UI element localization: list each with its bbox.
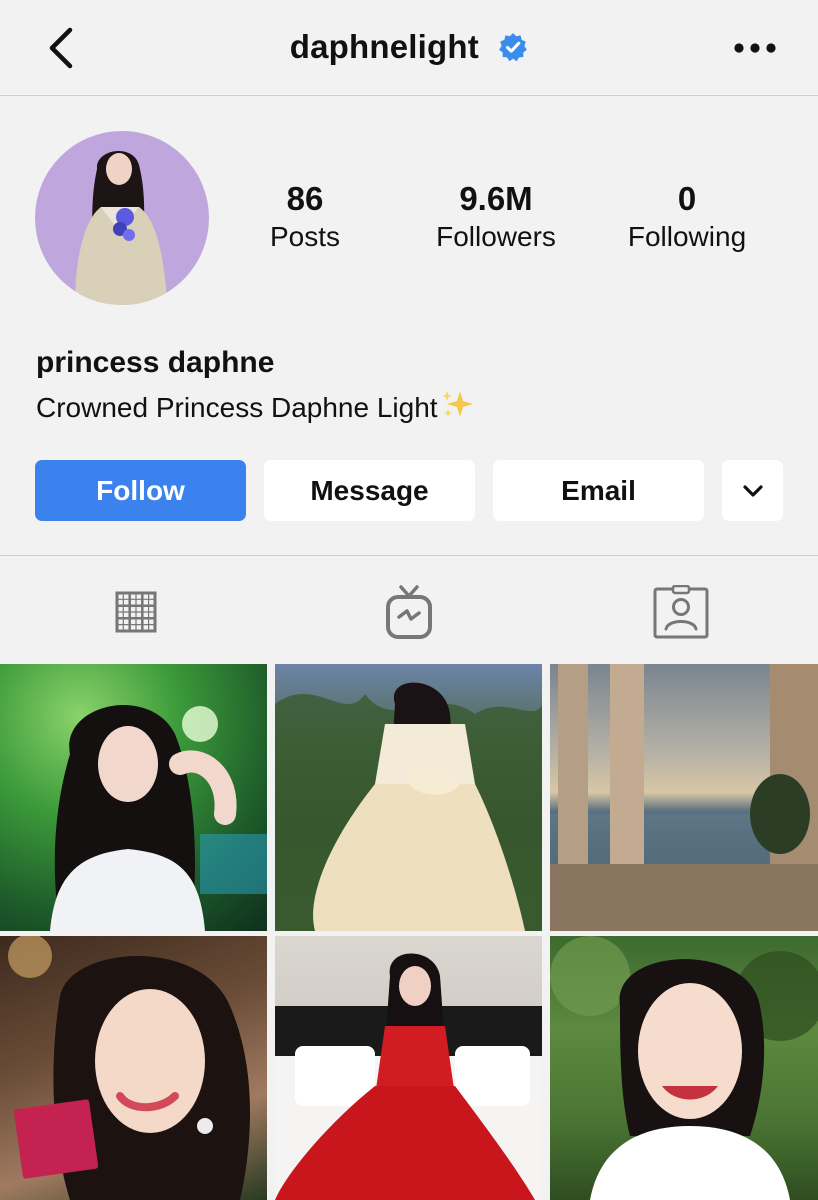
following-count-label: Following — [627, 221, 747, 252]
followers-count[interactable]: 9.6M Followers — [406, 180, 586, 255]
post-thumbnail[interactable] — [0, 664, 267, 931]
following-count-value: 0 — [677, 180, 697, 217]
email-button[interactable]: Email — [493, 460, 704, 521]
chevron-down-icon — [742, 484, 763, 497]
post-thumbnail[interactable] — [275, 936, 542, 1200]
posts-count-value: 86 — [286, 180, 324, 217]
username: daphnelight — [289, 28, 479, 65]
post-thumbnail[interactable] — [275, 664, 542, 931]
follow-button[interactable]: Follow — [35, 460, 246, 521]
top-bar: daphnelight — [0, 0, 818, 96]
tab-posts-grid[interactable] — [106, 584, 166, 640]
message-button[interactable]: Message — [264, 460, 475, 521]
following-count[interactable]: 0 Following — [597, 180, 777, 255]
display-name: princess daphne — [36, 346, 275, 379]
posts-grid — [0, 664, 818, 1200]
tab-igtv[interactable] — [379, 584, 439, 640]
bio-text: Crowned Princess Daphne Light — [36, 392, 438, 423]
followers-count-label: Followers — [436, 221, 556, 252]
verified-badge-icon — [498, 32, 528, 70]
grid-icon — [115, 591, 157, 633]
tagged-icon — [653, 585, 709, 639]
followers-count-value: 9.6M — [459, 180, 533, 217]
suggested-accounts-button[interactable] — [722, 460, 783, 521]
section-divider — [0, 555, 818, 556]
igtv-icon — [386, 585, 432, 639]
avatar[interactable] — [35, 131, 209, 305]
bio: Crowned Princess Daphne Light — [36, 389, 476, 428]
post-thumbnail[interactable] — [0, 936, 267, 1200]
posts-count-label: Posts — [269, 221, 341, 252]
post-thumbnail[interactable] — [550, 664, 818, 931]
tab-tagged[interactable] — [651, 584, 711, 640]
sparkles-icon — [440, 389, 476, 428]
post-thumbnail[interactable] — [550, 936, 818, 1200]
profile-username-header: daphnelight — [0, 28, 818, 70]
more-horizontal-icon — [734, 43, 776, 53]
posts-count[interactable]: 86 Posts — [215, 180, 395, 255]
more-options-button[interactable] — [732, 36, 778, 60]
